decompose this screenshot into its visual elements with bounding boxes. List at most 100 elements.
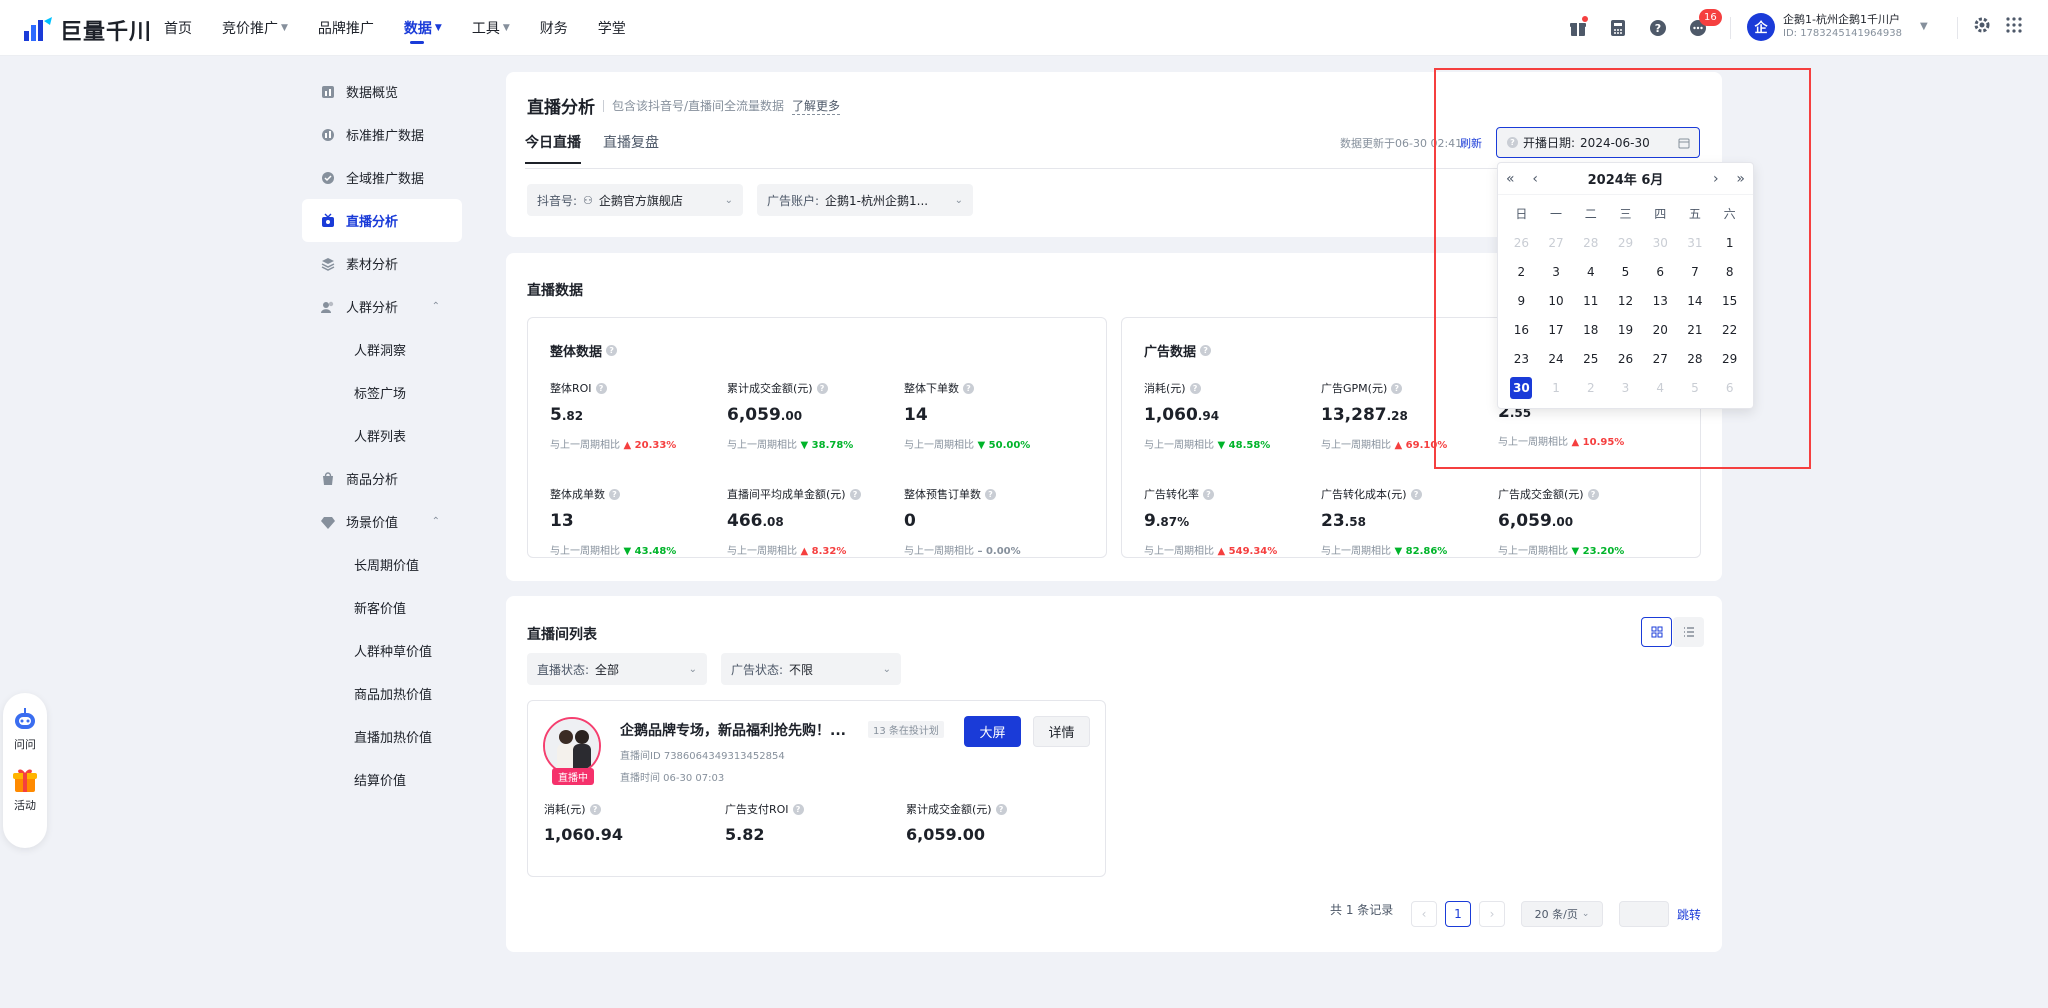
select-value: 全部 [595, 662, 620, 677]
nav-item-5[interactable]: 财务 [540, 0, 568, 56]
live-status-select[interactable]: 直播状态: 全部 ⌄ [527, 653, 707, 685]
calculator-button[interactable] [1605, 14, 1631, 42]
nav-item-0[interactable]: 首页 [164, 0, 192, 56]
nav-item-2[interactable]: 品牌推广 [318, 0, 374, 56]
section-title: 直播数据 [527, 283, 583, 299]
metric-label-text: 整体ROI [550, 382, 592, 395]
sidebar-subitem[interactable]: 长周期价值 [302, 543, 462, 586]
room-stat: 消耗(元)? 1,060.94 [544, 801, 623, 844]
page-tabs: 今日直播 直播复盘 [525, 132, 659, 164]
sidebar-item[interactable]: 素材分析 [302, 242, 462, 285]
trend-down-icon: ▼ [1391, 546, 1406, 557]
nav-item-6[interactable]: 学堂 [598, 0, 626, 56]
room-stat-label: 广告支付ROI? [725, 801, 804, 817]
metric-label-text: 消耗(元) [1144, 382, 1186, 395]
message-button[interactable]: 16 [1685, 9, 1722, 42]
trend-down-icon: ▼ [974, 440, 989, 451]
page-number-button[interactable]: 1 [1445, 901, 1471, 927]
metric-compare: 与上一周期相比 ▼ 48.58% [1144, 436, 1314, 451]
metric-value-dec: .87% [1155, 515, 1190, 529]
sidebar-item-label: 人群分析 [346, 301, 399, 316]
activity-button[interactable]: 活动 [3, 766, 47, 813]
ad-account-select[interactable]: 广告账户: 企鹅1-杭州企鹅1... ⌄ [757, 184, 973, 216]
grid-view-button[interactable] [1641, 617, 1672, 647]
avatar: 企 [1747, 12, 1775, 41]
metric-item: 直播间平均成单金额(元)? 466.08 与上一周期相比 ▲ 8.32% [727, 486, 897, 557]
ask-button[interactable]: 问问 [3, 707, 47, 752]
sidebar-item[interactable]: 场景价值 ⌃ [302, 500, 462, 543]
settings-icon[interactable] [1973, 16, 1991, 34]
highlight-box [1434, 68, 1811, 469]
compare-change: 43.48% [634, 546, 677, 557]
prev-page-button[interactable]: ‹ [1411, 901, 1437, 927]
metric-label-text: 广告转化率 [1144, 488, 1199, 501]
learn-more-link[interactable]: 了解更多 [792, 97, 841, 115]
sidebar-subitem[interactable]: 人群列表 [302, 414, 462, 457]
apps-grid-icon[interactable] [2005, 16, 2023, 34]
trend-flat-icon: – [974, 546, 986, 557]
nav-item-3[interactable]: 数据 ▼ [404, 0, 442, 56]
goods-icon [323, 471, 333, 485]
sidebar-subitem[interactable]: 结算价值 [302, 758, 462, 801]
sidebar-item[interactable]: 直播分析 [302, 199, 462, 242]
metric-value-int: 1,060 [1144, 405, 1198, 425]
room-stat-label-text: 消耗(元) [544, 803, 586, 816]
sidebar-item[interactable]: 标准推广数据 [302, 113, 462, 156]
metric-value-int: 0 [904, 511, 916, 531]
nav-item-1[interactable]: 竞价推广 ▼ [222, 0, 288, 56]
big-screen-button[interactable]: 大屏 [964, 716, 1021, 747]
sidebar-subitem[interactable]: 直播加热价值 [302, 715, 462, 758]
metric-value-dec: .58 [1344, 515, 1366, 529]
metric-value: 5.82 [550, 405, 720, 425]
live-room-card[interactable]: 直播中 企鹅品牌专场，新品福利抢先购！... 13 条在投计划 直播间ID 73… [527, 700, 1106, 877]
people-photo-icon [545, 719, 599, 773]
metric-value-dec: .00 [780, 409, 803, 423]
sidebar-item-label: 数据概览 [346, 86, 399, 101]
right-tools [1973, 16, 2023, 34]
sidebar-subitem[interactable]: 人群洞察 [302, 328, 462, 371]
page-size-select[interactable]: 20 条/页 ⌄ [1521, 901, 1603, 927]
logo[interactable]: 巨量千川 [22, 14, 152, 46]
diamond-icon [321, 516, 335, 529]
metric-label: 整体ROI? [550, 380, 720, 396]
tab-1[interactable]: 直播复盘 [603, 132, 659, 164]
pagination-controls: ‹ 1 › 20 条/页 ⌄ 跳转 [1411, 901, 1701, 927]
sidebar-item[interactable]: 数据概览 [302, 70, 462, 113]
compare-label: 与上一周期相比 [904, 440, 974, 451]
ad-status-select[interactable]: 广告状态: 不限 ⌄ [721, 653, 901, 685]
sidebar-subitem[interactable]: 新客价值 [302, 586, 462, 629]
trend-down-icon: ▼ [1568, 546, 1583, 557]
sidebar-item[interactable]: 全域推广数据 [302, 156, 462, 199]
metric-value: 6,059.00 [1498, 511, 1668, 531]
next-page-button[interactable]: › [1479, 901, 1505, 927]
nav-item-label: 首页 [164, 21, 192, 37]
room-id: 直播间ID 7386064349313452854 [620, 751, 785, 762]
jump-button[interactable]: 跳转 [1677, 906, 1701, 923]
question-icon: ? [1391, 382, 1403, 394]
floating-toolbar: 问问 活动 [3, 693, 47, 848]
account-switcher[interactable]: 企 企鹅1-杭州企鹅1千川户 ID: 1783245141964938 ▼ [1747, 12, 1928, 41]
sidebar-subitem[interactable]: 人群种草价值 [302, 629, 462, 672]
detail-button[interactable]: 详情 [1033, 716, 1090, 747]
help-button[interactable]: ? [1645, 14, 1671, 42]
gift-button[interactable] [1565, 14, 1591, 42]
sidebar-item[interactable]: 人群分析 ⌃ [302, 285, 462, 328]
jump-page-input[interactable] [1619, 901, 1669, 927]
select-label: 广告状态: [731, 662, 784, 677]
select-value: 企鹅官方旗舰店 [598, 193, 683, 208]
douyin-account-select[interactable]: 抖音号: ⚇ 企鹅官方旗舰店 ⌄ [527, 184, 743, 216]
room-stat-label: 消耗(元)? [544, 801, 623, 817]
plan-count-tag: 13 条在投计划 [868, 721, 944, 738]
metric-value: 6,059.00 [727, 405, 897, 425]
sidebar-item[interactable]: 商品分析 [302, 457, 462, 500]
tab-0[interactable]: 今日直播 [525, 132, 581, 164]
sidebar-subitem[interactable]: 商品加热价值 [302, 672, 462, 715]
sidebar-item-label: 直播分析 [346, 215, 399, 230]
metric-label: 直播间平均成单金额(元)? [727, 486, 897, 502]
room-name[interactable]: 企鹅品牌专场，新品福利抢先购！... [620, 720, 846, 740]
question-icon: ? [595, 382, 607, 394]
room-stat-label: 累计成交金额(元)? [906, 801, 1007, 817]
nav-item-4[interactable]: 工具 ▼ [472, 0, 510, 56]
sidebar-subitem[interactable]: 标签广场 [302, 371, 462, 414]
list-view-button[interactable] [1673, 617, 1704, 647]
